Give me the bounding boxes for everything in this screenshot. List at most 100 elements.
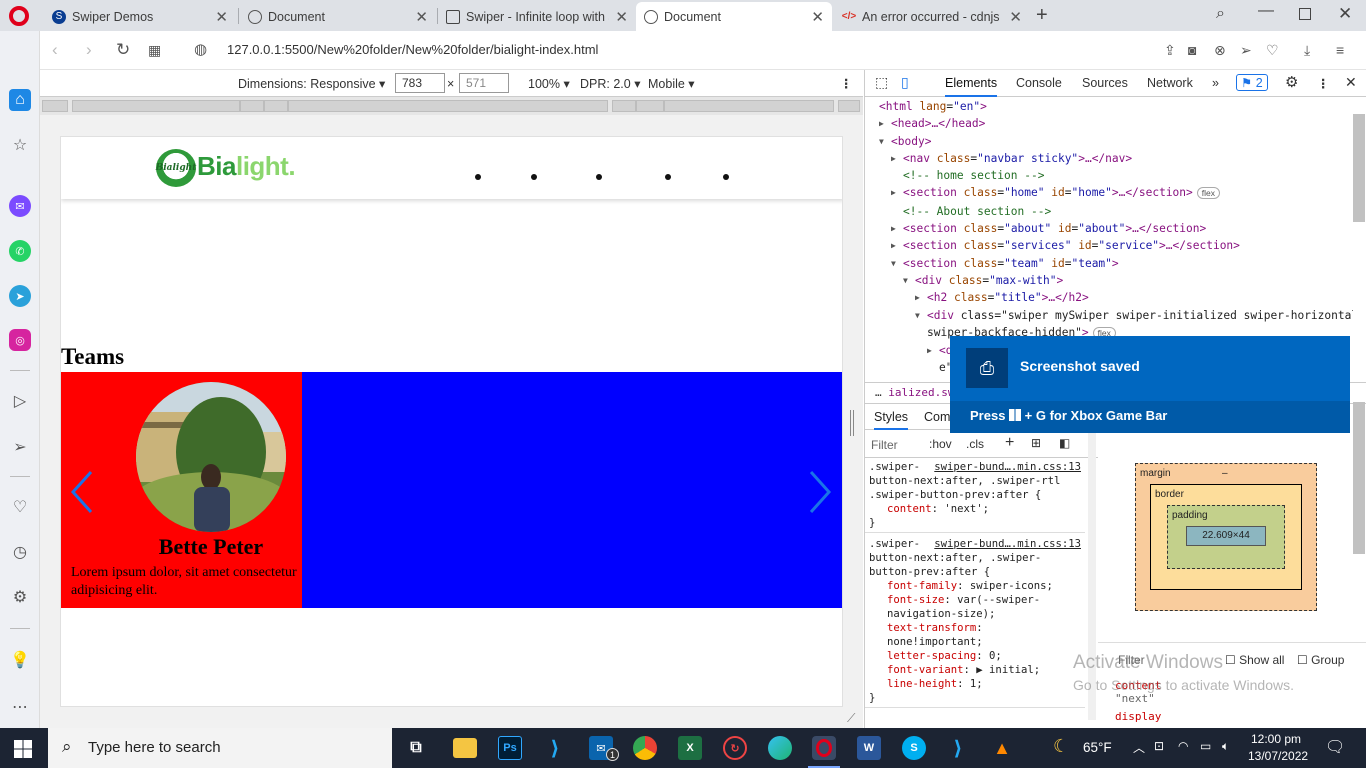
forward-icon[interactable]: › bbox=[86, 40, 92, 60]
css-declaration[interactable]: font-size: var(--swiper-navigation-size)… bbox=[869, 593, 1081, 621]
instagram-icon[interactable]: ◎ bbox=[9, 329, 31, 351]
tab-sources[interactable]: Sources bbox=[1082, 76, 1128, 90]
tray-chevron-icon[interactable]: ︿ bbox=[1133, 739, 1145, 756]
collapse-arrow-icon[interactable]: ▼ bbox=[915, 307, 920, 324]
more-dots-icon[interactable]: ⋯ bbox=[9, 696, 31, 718]
screenshot-toast[interactable]: ⎙ Screenshot saved Press + G for Xbox Ga… bbox=[950, 336, 1350, 433]
tab-close-icon[interactable]: ✕ bbox=[415, 8, 428, 26]
expand-arrow-icon[interactable]: ▶ bbox=[879, 115, 884, 132]
nav-link-dot[interactable] bbox=[531, 174, 537, 180]
dom-node[interactable]: ▶ <section class="home" id="home">…</sect… bbox=[865, 184, 1353, 202]
collapse-arrow-icon[interactable]: ▼ bbox=[891, 255, 896, 272]
styles-filter-input[interactable]: Filter bbox=[871, 438, 898, 452]
nav-link-dot[interactable] bbox=[596, 174, 602, 180]
temperature[interactable]: 65°F bbox=[1083, 740, 1112, 755]
dom-node[interactable]: ▼ <section class="team" id="team"> bbox=[865, 255, 1353, 272]
favorite-heart-icon[interactable]: ♡ bbox=[1266, 40, 1279, 60]
expand-arrow-icon[interactable]: ▶ bbox=[891, 237, 896, 254]
more-options-icon[interactable]: ⋮ bbox=[840, 76, 853, 91]
swiper-prev-arrow-icon[interactable] bbox=[69, 467, 99, 517]
expand-arrow-icon[interactable]: ▶ bbox=[891, 150, 896, 167]
computed-sidebar-icon[interactable]: ◧ bbox=[1059, 436, 1070, 450]
history-clock-icon[interactable]: ◷ bbox=[9, 541, 31, 563]
search-tabs-icon[interactable]: ⌕ bbox=[1216, 5, 1225, 23]
css-rules[interactable]: swiper-bund….min.css:13 .swiper-button-ne… bbox=[865, 460, 1085, 712]
tab-swiper-infinite-loop[interactable]: Swiper - Infinite loop with a ✕ bbox=[438, 2, 636, 31]
restore-icon[interactable] bbox=[1299, 8, 1311, 20]
expand-arrow-icon[interactable]: ▶ bbox=[891, 184, 896, 201]
tab-elements[interactable]: Elements bbox=[945, 76, 998, 97]
battery-icon[interactable]: ▭ bbox=[1200, 739, 1211, 753]
download-icon[interactable]: ⤓ bbox=[1304, 40, 1310, 60]
cls-toggle[interactable]: .cls bbox=[966, 437, 984, 451]
brand-wordmark[interactable]: Bialight. bbox=[197, 151, 296, 182]
computed-prop-display[interactable]: display bbox=[1115, 710, 1161, 723]
dom-node[interactable]: ▶ <section class="services" id="service">… bbox=[865, 237, 1353, 254]
devtools-close-icon[interactable]: ✕ bbox=[1345, 74, 1357, 91]
tab-grid-icon[interactable]: ▦ bbox=[148, 40, 161, 60]
send-icon[interactable]: ➢ bbox=[9, 436, 31, 458]
pane-splitter[interactable] bbox=[850, 410, 854, 436]
hov-toggle[interactable]: :hov bbox=[929, 437, 952, 451]
wifi-icon[interactable]: ◠ bbox=[1178, 739, 1188, 753]
box-model-diagram[interactable]: margin – border padding 22.609×44 bbox=[1135, 463, 1317, 613]
network-icon[interactable]: ⊡ bbox=[1154, 739, 1164, 753]
tab-close-icon[interactable]: ✕ bbox=[215, 8, 228, 26]
chrome-icon[interactable] bbox=[633, 736, 657, 760]
whatsapp-icon[interactable]: ✆ bbox=[9, 240, 31, 262]
nav-link-dot[interactable] bbox=[723, 174, 729, 180]
expand-arrow-icon[interactable]: ▶ bbox=[927, 342, 932, 359]
tab-close-icon[interactable]: ✕ bbox=[615, 8, 628, 26]
viewport-resize-grip-icon[interactable]: ⟋ bbox=[847, 711, 855, 726]
adblock-icon[interactable]: ⊗ bbox=[1214, 40, 1226, 60]
site-info-globe-icon[interactable]: ◍ bbox=[194, 40, 207, 60]
task-view-icon[interactable]: ⧉ bbox=[404, 736, 428, 760]
tab-swiper-demos[interactable]: S Swiper Demos ✕ bbox=[44, 2, 236, 31]
volume-icon[interactable]: 🔈︎ bbox=[1222, 739, 1229, 754]
opera-logo[interactable] bbox=[9, 6, 29, 26]
dom-node[interactable]: ▼ <div class="swiper mySwiper swiper-init… bbox=[865, 307, 1353, 324]
element-state-icon[interactable]: ⊞ bbox=[1031, 436, 1041, 450]
dom-node[interactable]: ▼ <body> bbox=[865, 133, 1353, 150]
dom-node[interactable]: ▶ <h2 class="title">…</h2> bbox=[865, 289, 1353, 306]
weather-moon-icon[interactable]: ☾ bbox=[1053, 736, 1069, 757]
clock-time[interactable]: 12:00 pm bbox=[1251, 732, 1301, 746]
group-checkbox[interactable]: ☐ Group bbox=[1297, 653, 1344, 667]
swiper-next-arrow-icon[interactable] bbox=[803, 467, 833, 517]
zoom-dropdown[interactable]: 100% ▾ bbox=[528, 76, 570, 91]
heart-icon[interactable]: ♡ bbox=[9, 496, 31, 518]
flex-badge[interactable]: flex bbox=[1196, 187, 1221, 200]
device-mode-icon[interactable]: ▯ bbox=[901, 74, 909, 91]
nav-link-dot[interactable] bbox=[665, 174, 671, 180]
collapse-arrow-icon[interactable]: ▼ bbox=[903, 272, 908, 289]
dom-node[interactable]: <!-- home section --> bbox=[865, 167, 1353, 184]
close-window-icon[interactable]: ✕ bbox=[1338, 4, 1352, 24]
lightbulb-icon[interactable]: 💡 bbox=[9, 649, 31, 671]
tab-cdnjs-error[interactable]: </> An error occurred - cdnjs - ✕ bbox=[834, 2, 1030, 31]
reload-icon[interactable]: ↻ bbox=[116, 40, 130, 60]
taskbar-search-box[interactable]: ⌕ Type here to search bbox=[48, 728, 392, 768]
tab-network[interactable]: Network bbox=[1147, 76, 1193, 90]
rule-source-link[interactable]: swiper-bund….min.css:13 bbox=[934, 537, 1081, 551]
file-explorer-icon[interactable] bbox=[453, 738, 477, 758]
dom-scrollbar[interactable] bbox=[1353, 114, 1365, 222]
messenger-icon[interactable]: ✉ bbox=[9, 195, 31, 217]
dom-node[interactable]: ▶ <nav class="navbar sticky">…</nav> bbox=[865, 150, 1353, 167]
app-red-icon[interactable]: ↻ bbox=[723, 736, 747, 760]
tab-close-icon[interactable]: ✕ bbox=[1009, 8, 1022, 26]
menu-lines-icon[interactable]: ≡ bbox=[1336, 40, 1344, 60]
rule-source-link[interactable]: swiper-bund….min.css:13 bbox=[934, 460, 1081, 474]
tab-document-1[interactable]: Document ✕ bbox=[240, 2, 436, 31]
inspect-element-icon[interactable]: ⬚ bbox=[875, 74, 888, 91]
notifications-icon[interactable]: 🗨︎ bbox=[1325, 737, 1345, 757]
vlc-icon[interactable]: ▲ bbox=[990, 736, 1014, 760]
dpr-dropdown[interactable]: DPR: 2.0 ▾ bbox=[580, 76, 640, 91]
dimensions-dropdown[interactable]: Dimensions: Responsive ▾ bbox=[238, 76, 385, 91]
vscode-icon[interactable]: ⟩ bbox=[543, 736, 567, 760]
tab-computed[interactable]: Com bbox=[924, 410, 950, 424]
windows-start-icon[interactable] bbox=[14, 740, 32, 758]
tab-console[interactable]: Console bbox=[1016, 76, 1062, 90]
css-rule[interactable]: swiper-bund….min.css:13 .swiper-button-ne… bbox=[865, 460, 1085, 533]
camera-icon[interactable]: ◙ bbox=[1188, 40, 1196, 60]
player-icon[interactable]: ▷ bbox=[9, 390, 31, 412]
